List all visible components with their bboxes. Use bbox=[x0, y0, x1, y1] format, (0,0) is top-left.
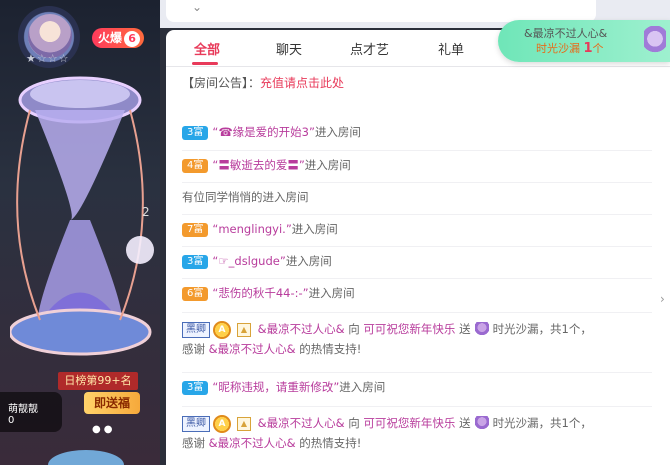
fan-nick: 萌靓靓 bbox=[8, 404, 38, 415]
carousel-dots[interactable]: ●● bbox=[92, 424, 115, 435]
list-item: 7富 “menglingyi.”进入房间 bbox=[182, 214, 652, 239]
hourglass-gift-icon bbox=[644, 26, 666, 58]
popup-gift-line: 时光沙漏 1个 bbox=[536, 40, 604, 56]
hot-label: 火爆 bbox=[98, 31, 123, 45]
fan-card[interactable]: 萌靓靓 0 bbox=[0, 392, 62, 432]
user-name[interactable]: “〓敏逝去的爱〓” bbox=[212, 158, 304, 172]
thanks-suffix: 的热情支持! bbox=[299, 342, 362, 356]
wealth-level-badge: 4富 bbox=[182, 158, 209, 173]
wealth-level-badge: 3富 bbox=[182, 125, 209, 140]
receiver-name[interactable]: 可可祝您新年快乐 bbox=[363, 322, 455, 336]
list-item: 6富 “悲伤的秋千44-:-”进入房间 bbox=[182, 278, 652, 303]
to-text: 向 bbox=[348, 416, 360, 430]
anchor-star-rating: ★☆☆☆ bbox=[26, 52, 70, 65]
user-name[interactable]: “悲伤的秋千44-:-” bbox=[212, 286, 308, 300]
privilege-icon: ▲ bbox=[237, 416, 251, 431]
list-item: 3富 “☎缘是爱的开始3”进入房间 bbox=[182, 122, 652, 142]
enter-text: 进入房间 bbox=[304, 158, 351, 172]
enter-text: 进入房间 bbox=[308, 286, 355, 300]
list-item: 有位同学悄悄的进入房间 bbox=[182, 182, 652, 207]
privilege-icon: ▲ bbox=[237, 322, 251, 337]
fan-count: 0 bbox=[8, 415, 15, 426]
recharge-link[interactable]: 充值请点击此处 bbox=[260, 76, 344, 90]
popup-gift-name: 时光沙漏 bbox=[536, 42, 580, 55]
chevron-down-icon[interactable]: ⌄ bbox=[192, 0, 202, 14]
wealth-level-badge: 3富 bbox=[182, 380, 209, 395]
tab-talent[interactable]: 点才艺 bbox=[350, 39, 389, 58]
send-text: 送 bbox=[459, 416, 471, 430]
enter-text: 进入房间 bbox=[314, 125, 361, 139]
thanks-name[interactable]: &最凉不过人心& bbox=[209, 342, 296, 356]
live-stage: ★☆☆☆ 2 火爆 6 日榜第99+名 即送福 萌靓靓 0 ●● bbox=[0, 0, 160, 465]
send-text: 送 bbox=[459, 322, 471, 336]
enter-text: 进入房间 bbox=[339, 380, 386, 394]
hourglass-gift-icon bbox=[474, 321, 489, 338]
chat-panel: 全部 聊天 点才艺 礼单 【房间公告】：充值请点击此处 3富 “☎缘是爱的开始3”… bbox=[166, 30, 670, 465]
top-collapsed-panel[interactable] bbox=[166, 0, 596, 22]
list-item: 4富 “〓敏逝去的爱〓”进入房间 bbox=[182, 150, 652, 175]
send-gift-button[interactable]: 即送福 bbox=[84, 392, 140, 414]
medal-icon: A bbox=[213, 320, 231, 339]
gift-count-text: ，共1个， bbox=[538, 322, 592, 336]
stage-number-mark: 2 bbox=[142, 205, 150, 219]
sender-name[interactable]: &最凉不过人心& bbox=[258, 416, 345, 430]
tab-gift-list[interactable]: 礼单 bbox=[438, 39, 464, 58]
floating-bubble bbox=[48, 450, 124, 465]
wealth-level-badge: 3富 bbox=[182, 254, 209, 269]
active-tab-underline bbox=[192, 62, 218, 65]
tab-all[interactable]: 全部 bbox=[194, 39, 220, 58]
sender-name[interactable]: &最凉不过人心& bbox=[258, 322, 345, 336]
enter-text: 进入房间 bbox=[285, 254, 332, 268]
daily-rank-label[interactable]: 日榜第99+名 bbox=[58, 372, 138, 390]
wealth-level-badge: 6富 bbox=[182, 286, 209, 301]
chevron-right-icon[interactable]: › bbox=[660, 292, 665, 306]
gift-name: 时光沙漏 bbox=[492, 322, 539, 336]
gift-count-text: ，共1个， bbox=[538, 416, 592, 430]
receiver-name[interactable]: 可可祝您新年快乐 bbox=[363, 416, 455, 430]
notice-prefix: 【房间公告】： bbox=[182, 76, 261, 90]
vip-tag: 黑卿 bbox=[182, 415, 210, 432]
tab-chat[interactable]: 聊天 bbox=[276, 39, 302, 58]
popup-sender: &最凉不过人心& bbox=[524, 27, 608, 40]
gift-notification-popup[interactable]: &最凉不过人心& 时光沙漏 1个 bbox=[498, 20, 670, 62]
medal-icon: A bbox=[213, 414, 231, 433]
hot-value: 6 bbox=[124, 31, 141, 47]
user-name[interactable]: “昵称违规，请重新修改” bbox=[212, 380, 339, 394]
thanks-text: 感谢 bbox=[182, 436, 205, 450]
wealth-level-badge: 7富 bbox=[182, 222, 209, 237]
thanks-text: 感谢 bbox=[182, 342, 205, 356]
gift-name: 时光沙漏 bbox=[492, 416, 539, 430]
popup-unit: 个 bbox=[592, 42, 604, 55]
gift-message: 黑卿 A ▲ &最凉不过人心& 向 可可祝您新年快乐 送 时光沙漏，共1个， 感谢 &… bbox=[182, 406, 652, 453]
thanks-name[interactable]: &最凉不过人心& bbox=[209, 436, 296, 450]
user-name[interactable]: “menglingyi.” bbox=[212, 222, 291, 236]
anonymous-enter-text: 有位同学悄悄的进入房间 bbox=[182, 190, 309, 204]
hourglass-gift-icon bbox=[474, 415, 489, 432]
hot-badge: 火爆 6 bbox=[92, 28, 145, 48]
user-name[interactable]: “☎缘是爱的开始3” bbox=[212, 125, 315, 139]
list-item: 3富 “昵称违规，请重新修改”进入房间 bbox=[182, 372, 652, 397]
popup-gift-count: 1 bbox=[583, 41, 593, 56]
hourglass-gift-animation: 2 bbox=[10, 76, 154, 356]
list-item: 3富 “☞_dslgude”进入房间 bbox=[182, 246, 652, 271]
thanks-suffix: 的热情支持! bbox=[299, 436, 362, 450]
gift-message: 黑卿 A ▲ &最凉不过人心& 向 可可祝您新年快乐 送 时光沙漏，共1个， 感谢 &… bbox=[182, 312, 652, 359]
enter-text: 进入房间 bbox=[291, 222, 338, 236]
to-text: 向 bbox=[348, 322, 360, 336]
vip-tag: 黑卿 bbox=[182, 321, 210, 338]
room-notice: 【房间公告】：充值请点击此处 bbox=[182, 74, 344, 91]
user-name[interactable]: “☞_dslgude” bbox=[212, 254, 285, 268]
